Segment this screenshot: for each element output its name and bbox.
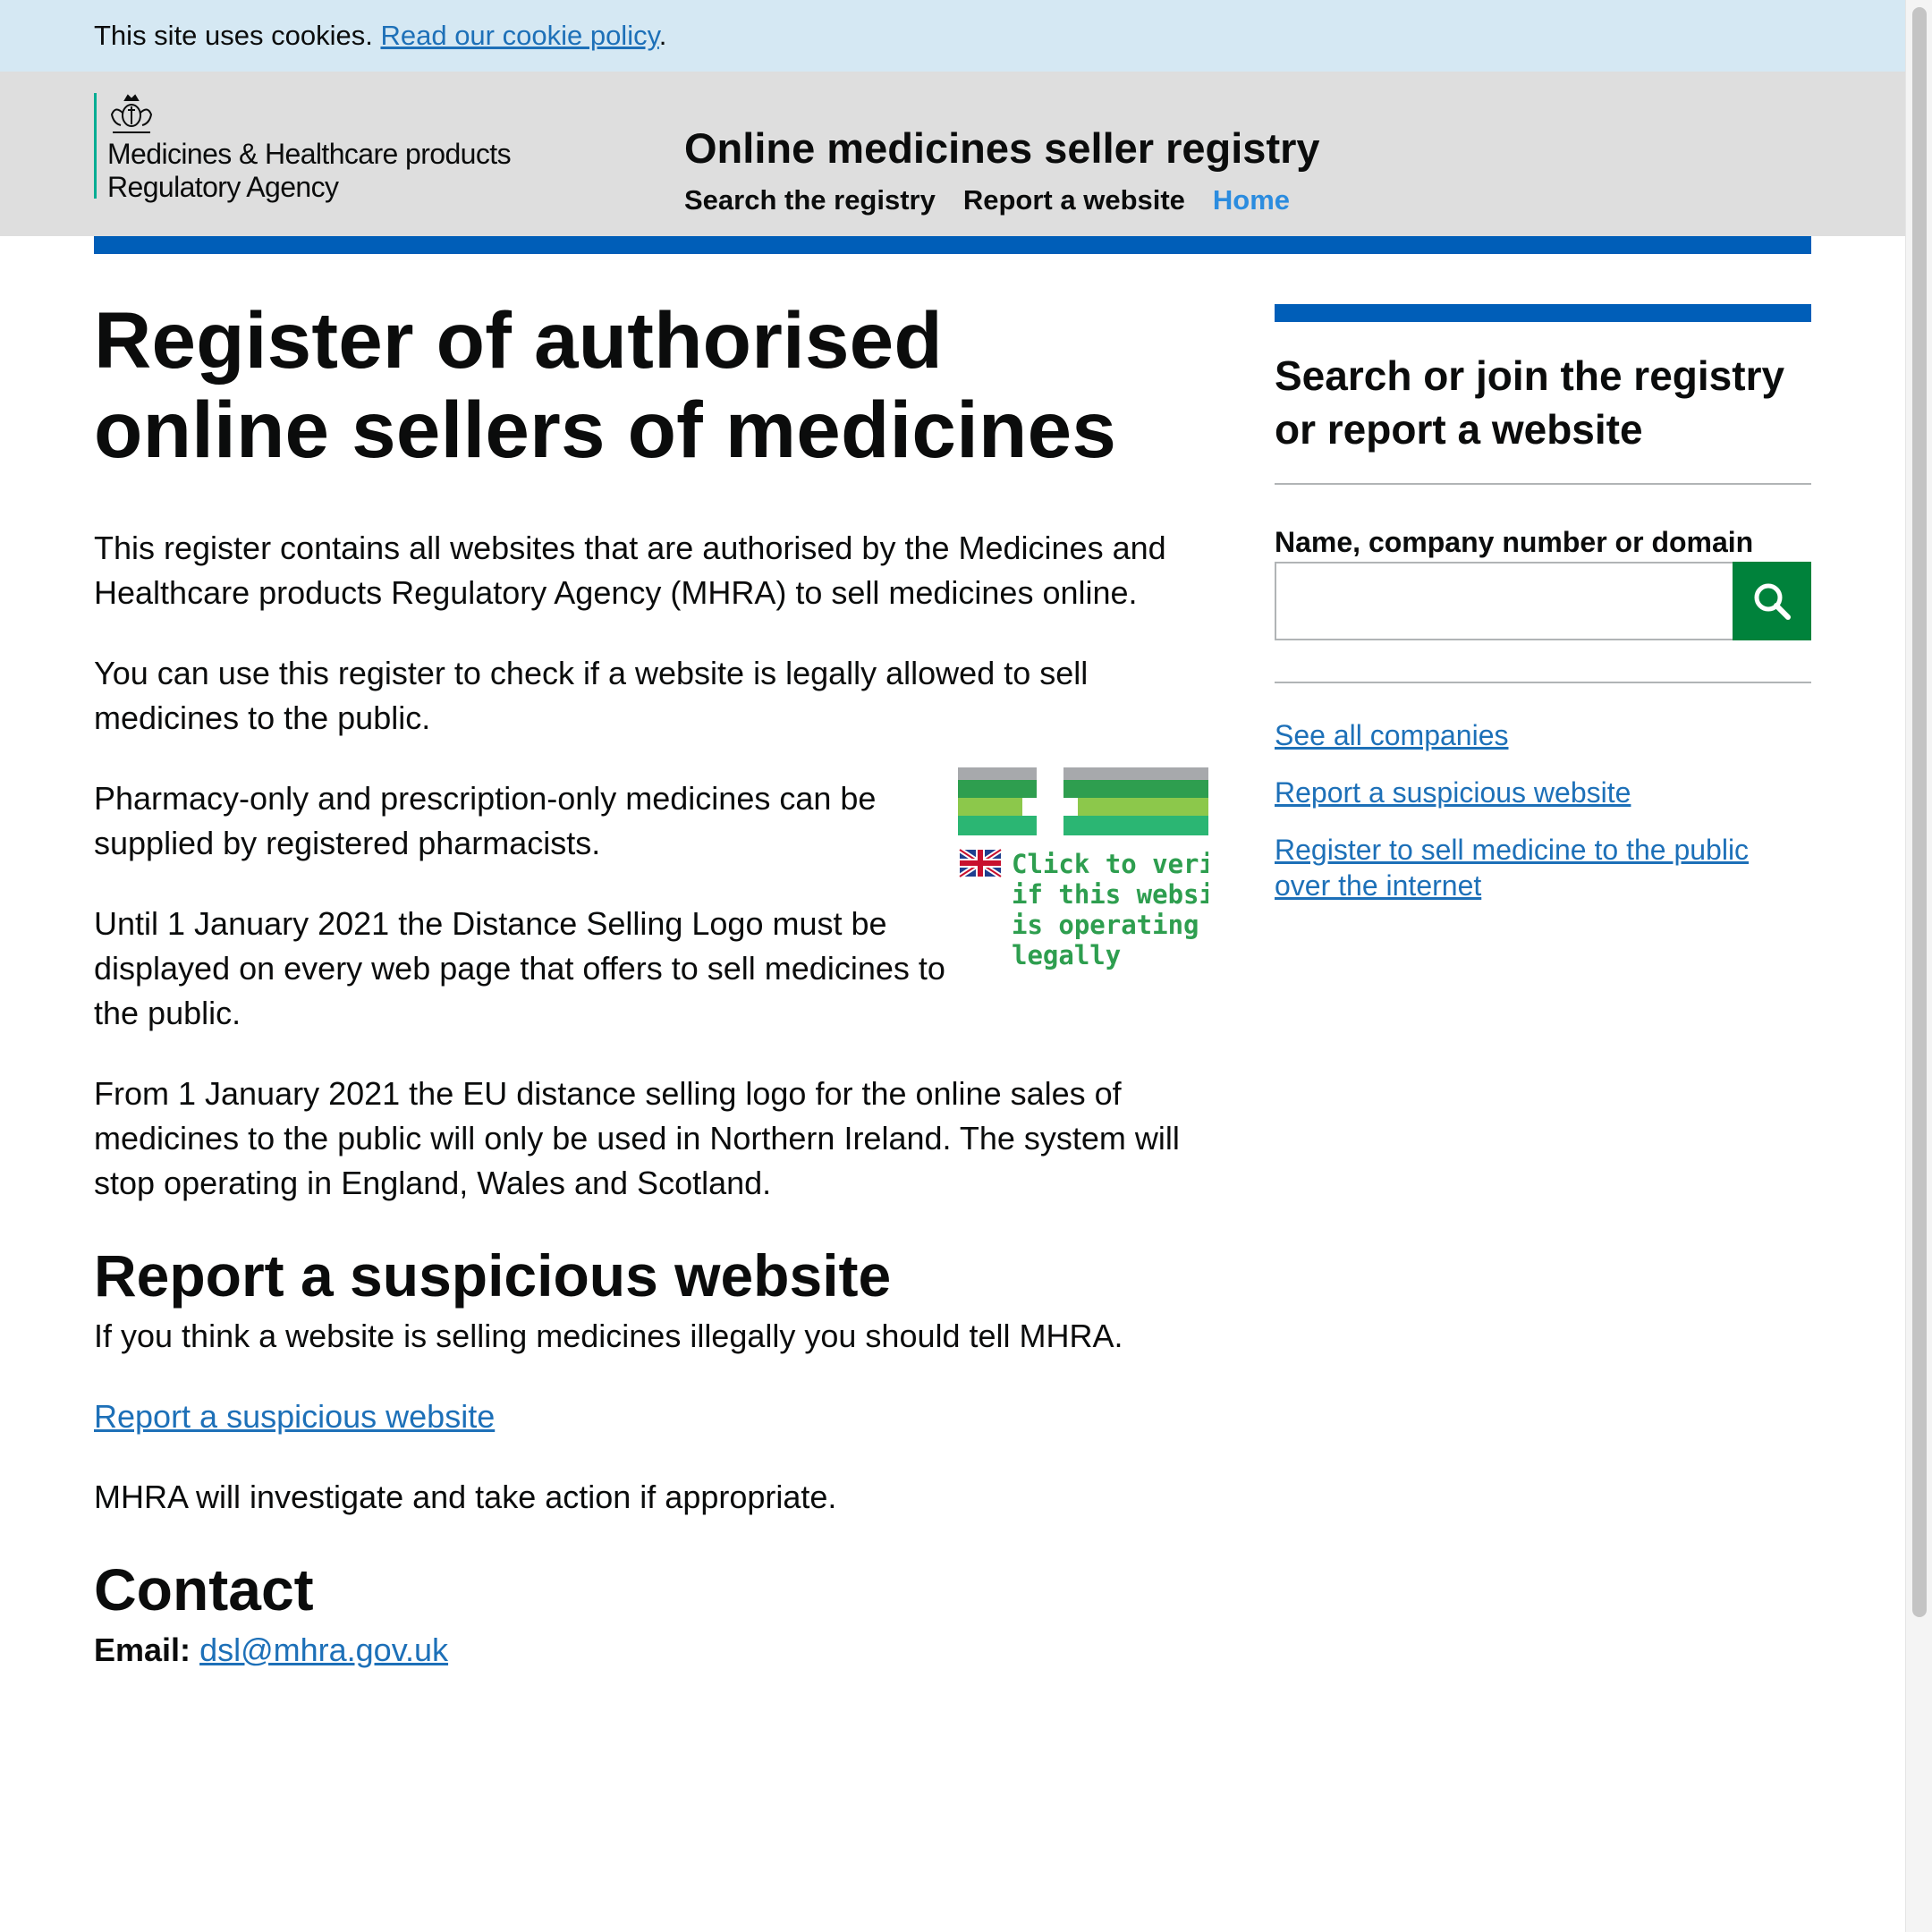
org-name-line1: Medicines & Healthcare products: [107, 138, 512, 170]
nav-report-website[interactable]: Report a website: [963, 182, 1185, 218]
page-title: Register of authorised online sellers of…: [94, 295, 1208, 474]
pharmacy-paragraph: Pharmacy-only and prescription-only medi…: [94, 780, 877, 861]
logo-caption-3: is operating: [1012, 910, 1199, 940]
logo-caption-1: Click to verify: [1012, 849, 1208, 879]
search-icon: [1754, 583, 1791, 620]
logo-caption-4: legally: [1012, 940, 1121, 970]
contact-heading: Contact: [94, 1556, 314, 1623]
nav-search-registry[interactable]: Search the registry: [684, 182, 936, 218]
email-link[interactable]: dsl@mhra.gov.uk: [199, 1631, 448, 1668]
report-paragraph: If you think a website is selling medici…: [94, 1318, 1123, 1354]
sidebar-divider-2: [1275, 682, 1811, 683]
logo-section: Pharmacy-only and prescription-only medi…: [94, 767, 1208, 1036]
header-nav: Search the registry Report a website Hom…: [684, 182, 1318, 218]
sidebar-divider: [1275, 483, 1811, 485]
sidebar-links: See all companies Report a suspicious we…: [1275, 717, 1811, 903]
cookie-text: This site uses cookies. Read our cookie …: [94, 18, 666, 54]
cookie-policy-link[interactable]: Read our cookie policy: [380, 20, 658, 51]
report-heading: Report a suspicious website: [94, 1242, 892, 1309]
search-label: Name, company number or domain: [1275, 526, 1754, 558]
cookie-banner: This site uses cookies. Read our cookie …: [0, 0, 1905, 72]
main-content: Register of authorised online sellers of…: [94, 295, 1208, 1673]
nav-home[interactable]: Home: [1213, 182, 1290, 218]
see-all-companies-link[interactable]: See all companies: [1275, 717, 1811, 753]
page-title-line2: online sellers of medicines: [94, 385, 1117, 474]
logo-caption-2: if this website: [1012, 879, 1208, 910]
search-form: [1275, 562, 1811, 640]
report-suspicious-link[interactable]: Report a suspicious website: [94, 1398, 495, 1435]
check-paragraph: You can use this register to check if a …: [94, 655, 1089, 736]
investigate-paragraph: MHRA will investigate and take action if…: [94, 1479, 837, 1515]
email-label: Email:: [94, 1631, 191, 1668]
page-title-line1: Register of authorised: [94, 295, 943, 385]
search-input[interactable]: [1275, 562, 1733, 640]
cookie-suffix: .: [658, 20, 667, 51]
org-name-line2: Regulatory Agency: [107, 171, 339, 203]
service-name[interactable]: Online medicines seller registry: [684, 123, 1320, 174]
royal-crest-icon: [110, 94, 153, 133]
sidebar-report-link[interactable]: Report a suspicious website: [1275, 775, 1811, 810]
logo-stripe: [94, 93, 97, 199]
search-button[interactable]: [1733, 562, 1811, 640]
logo-paragraph: Until 1 January 2021 the Distance Sellin…: [94, 905, 945, 1031]
uk-flag-icon: [958, 847, 1003, 879]
register-to-sell-link[interactable]: Register to sell medicine to the public …: [1275, 832, 1811, 903]
org-name[interactable]: Medicines & Healthcare products Regulato…: [107, 138, 512, 204]
sidebar: Search or join the registry or report a …: [1275, 304, 1811, 925]
eu-paragraph: From 1 January 2021 the EU distance sell…: [94, 1075, 1180, 1201]
header-rule: [94, 236, 1811, 254]
distance-selling-logo[interactable]: Click to verify if this website is opera…: [958, 767, 1208, 982]
scrollbar-thumb[interactable]: [1912, 7, 1927, 1617]
intro-paragraph: This register contains all websites that…: [94, 530, 1166, 611]
email-row: Email: dsl@mhra.gov.uk: [94, 1628, 1208, 1673]
sidebar-rule: [1275, 304, 1811, 322]
cookie-message: This site uses cookies.: [94, 20, 381, 51]
sidebar-title: Search or join the registry or report a …: [1275, 352, 1785, 453]
